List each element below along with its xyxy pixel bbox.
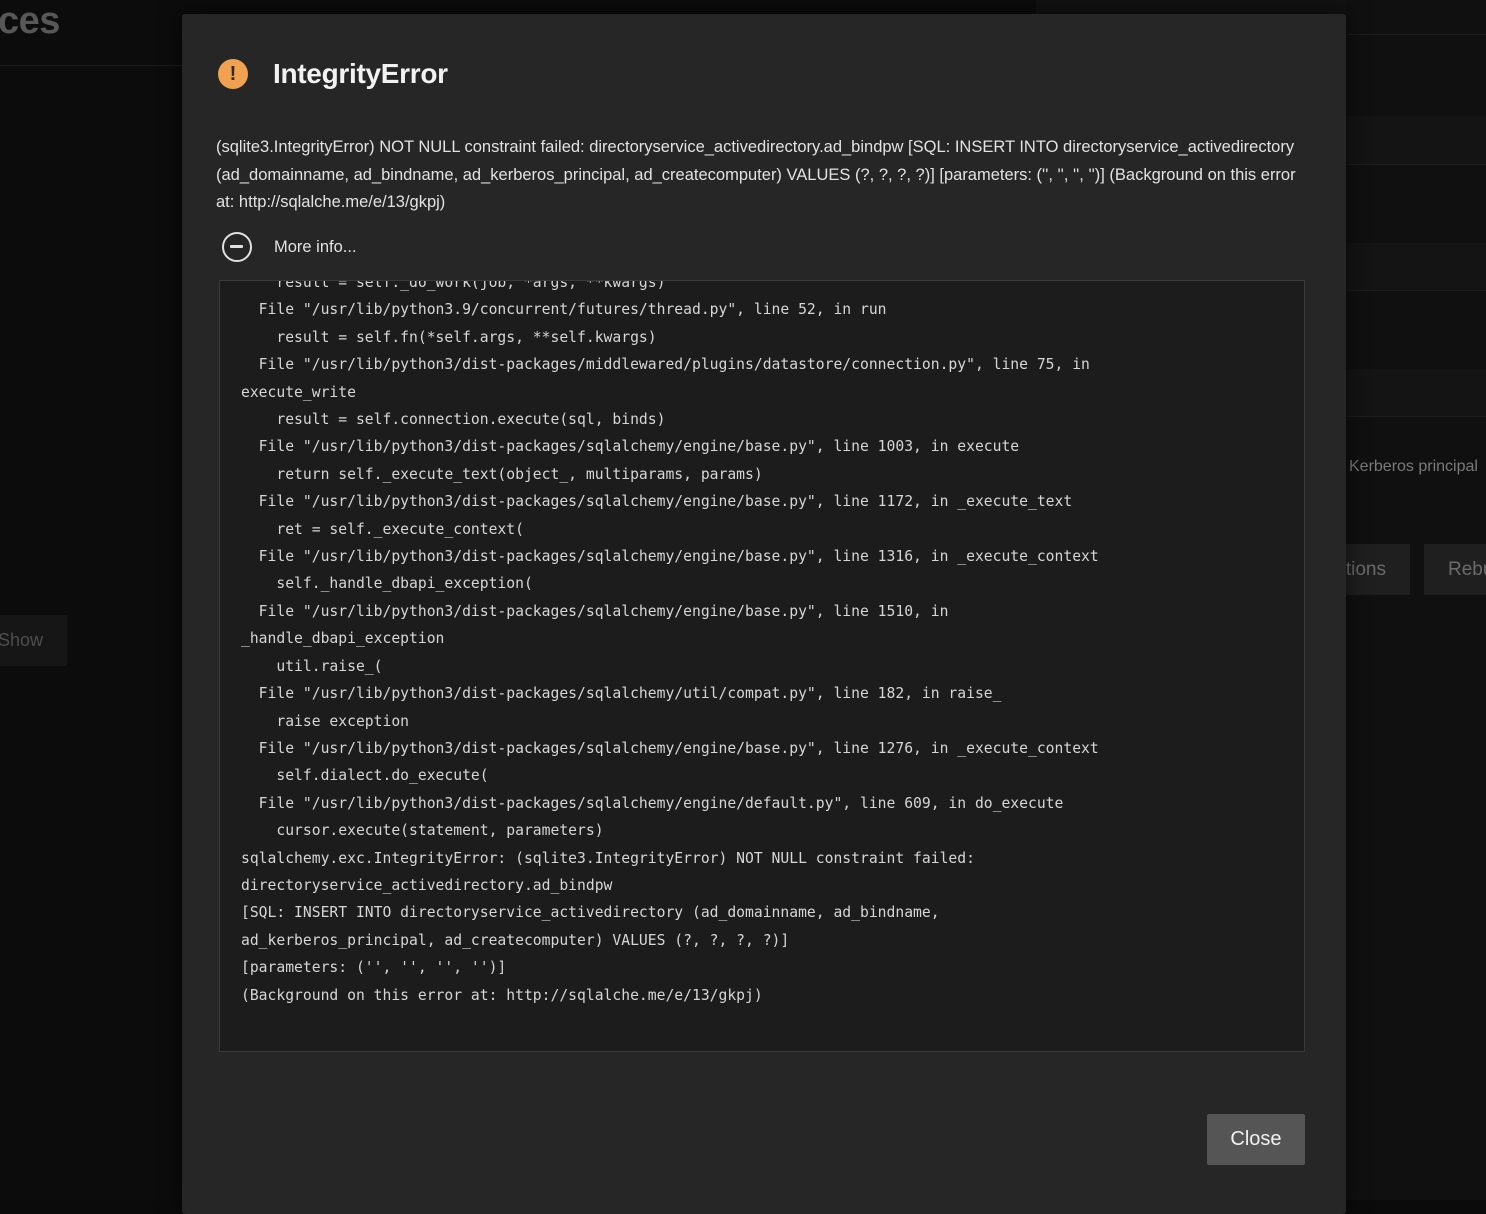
background-divider (1346, 416, 1486, 417)
traceback-line: [parameters: ('', '', '', '')] (241, 959, 507, 977)
traceback-line: File "/usr/lib/python3/dist-packages/sql… (241, 548, 1099, 566)
traceback-line: util.raise_( (241, 657, 383, 675)
traceback-box[interactable]: result = self._do_work(job, *args, **kwa… (219, 280, 1305, 1052)
more-info-label: More info... (274, 237, 357, 256)
traceback-line: self._handle_dbapi_exception( (241, 575, 533, 593)
traceback-line: File "/usr/lib/python3.9/concurrent/futu… (241, 301, 887, 319)
error-message: (sqlite3.IntegrityError) NOT NULL constr… (216, 138, 1296, 211)
background-actions-button: tions (1346, 544, 1410, 595)
warning-icon: ! (218, 59, 248, 89)
background-show-button: Show (0, 615, 67, 666)
traceback-line: _handle_dbapi_exception (241, 630, 445, 648)
more-info-toggle[interactable]: More info... (222, 232, 357, 262)
background-row (1346, 243, 1486, 290)
traceback-line: result = self.fn(*self.args, **self.kwar… (241, 328, 657, 346)
traceback-line: directoryservice_activedirectory.ad_bind… (241, 876, 613, 894)
traceback-line: File "/usr/lib/python3/dist-packages/sql… (241, 739, 1099, 757)
traceback-line: result = self.connection.execute(sql, bi… (241, 411, 666, 429)
traceback-line: File "/usr/lib/python3/dist-packages/sql… (241, 438, 1020, 456)
background-header: ces (0, 0, 182, 66)
background-row (1346, 116, 1486, 164)
background-kerberos-label: Kerberos principal (1349, 458, 1478, 475)
traceback-text: result = self._do_work(job, *args, **kwa… (241, 280, 1291, 1009)
traceback-line: result = self._do_work(job, *args, **kwa… (241, 280, 666, 291)
traceback-line: File "/usr/lib/python3/dist-packages/sql… (241, 685, 1002, 703)
traceback-line: File "/usr/lib/python3/dist-packages/mid… (241, 356, 1090, 374)
traceback-line: ad_kerberos_principal, ad_createcomputer… (241, 931, 790, 949)
traceback-line: raise exception (241, 712, 410, 730)
traceback-line: return self._execute_text(object_, multi… (241, 465, 763, 483)
close-button[interactable]: Close (1207, 1114, 1305, 1165)
background-rebuild-button: Rebu (1424, 544, 1486, 595)
dialog-header: ! IntegrityError (218, 56, 448, 92)
background-right-panel: Kerberos principal tions Rebu (1346, 0, 1486, 1200)
background-row (1346, 369, 1486, 416)
background-page-title: ces (0, 0, 60, 42)
traceback-line: File "/usr/lib/python3/dist-packages/sql… (241, 602, 949, 620)
error-dialog: ! IntegrityError (sqlite3.IntegrityError… (182, 14, 1346, 1214)
background-divider (1346, 34, 1486, 35)
traceback-line: File "/usr/lib/python3/dist-packages/sql… (241, 493, 1073, 511)
traceback-line: self.dialect.do_execute( (241, 767, 489, 785)
traceback-line: sqlalchemy.exc.IntegrityError: (sqlite3.… (241, 849, 975, 867)
traceback-line: [SQL: INSERT INTO directoryservice_activ… (241, 904, 940, 922)
background-divider (1346, 164, 1486, 165)
collapse-circle-minus-icon[interactable] (222, 232, 252, 262)
traceback-line: execute_write (241, 383, 356, 401)
traceback-line: (Background on this error at: http://sql… (241, 986, 763, 1004)
traceback-line: ret = self._execute_context( (241, 520, 524, 538)
traceback-line: File "/usr/lib/python3/dist-packages/sql… (241, 794, 1064, 812)
background-divider (1346, 290, 1486, 291)
traceback-line: cursor.execute(statement, parameters) (241, 822, 604, 840)
dialog-title: IntegrityError (273, 58, 448, 89)
